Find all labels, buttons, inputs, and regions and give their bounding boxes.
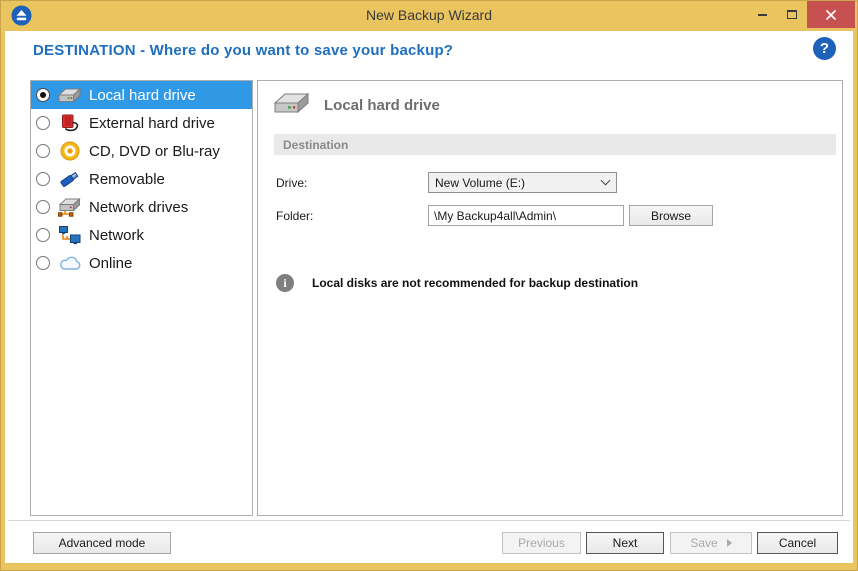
- window-title: New Backup Wizard: [0, 7, 858, 23]
- external-hard-drive-icon: [57, 113, 82, 133]
- radio-online[interactable]: [36, 256, 50, 270]
- previous-button[interactable]: Previous: [502, 532, 581, 554]
- new-backup-wizard-window: New Backup Wizard DESTINATION - Where do…: [0, 0, 858, 571]
- next-label: Next: [613, 536, 638, 550]
- sidebar-item-network[interactable]: Network: [31, 221, 252, 249]
- optical-disc-icon: [57, 141, 82, 161]
- folder-input[interactable]: [428, 205, 624, 226]
- sidebar-item-label: CD, DVD or Blu-ray: [89, 143, 220, 160]
- cancel-button[interactable]: Cancel: [757, 532, 838, 554]
- sidebar-item-external-hard-drive[interactable]: External hard drive: [31, 109, 252, 137]
- next-button[interactable]: Next: [586, 532, 664, 554]
- sidebar-item-local-hard-drive[interactable]: Local hard drive: [31, 81, 252, 109]
- drive-select-value: New Volume (E:): [435, 176, 525, 190]
- browse-button[interactable]: Browse: [629, 205, 713, 226]
- sidebar-item-cd-dvd-bluray[interactable]: CD, DVD or Blu-ray: [31, 137, 252, 165]
- sidebar-item-label: Network drives: [89, 199, 188, 216]
- local-hard-drive-icon: [57, 85, 82, 105]
- radio-external-hard-drive[interactable]: [36, 116, 50, 130]
- destination-section-label: Destination: [283, 138, 348, 152]
- help-button[interactable]: ?: [813, 37, 836, 60]
- cancel-label: Cancel: [779, 536, 816, 550]
- destination-section-bar: Destination: [274, 134, 836, 155]
- save-menu-arrow-icon: [727, 539, 732, 547]
- info-row: i Local disks are not recommended for ba…: [276, 274, 638, 292]
- panel-header: Local hard drive: [273, 90, 440, 121]
- close-icon: [825, 9, 837, 21]
- sidebar-item-removable[interactable]: Removable: [31, 165, 252, 193]
- network-icon: [57, 225, 82, 245]
- usb-stick-icon: [57, 169, 82, 189]
- panel-title: Local hard drive: [324, 97, 440, 114]
- maximize-button[interactable]: [777, 1, 807, 28]
- previous-label: Previous: [518, 536, 565, 550]
- page-title: DESTINATION - Where do you want to save …: [33, 42, 453, 59]
- drive-select[interactable]: New Volume (E:): [428, 172, 617, 193]
- radio-removable[interactable]: [36, 172, 50, 186]
- radio-network-drives[interactable]: [36, 200, 50, 214]
- folder-label: Folder:: [276, 209, 313, 223]
- footer-separator: [8, 520, 850, 521]
- radio-cd-dvd-bluray[interactable]: [36, 144, 50, 158]
- local-hard-drive-icon-large: [273, 90, 311, 121]
- minimize-icon: [758, 14, 767, 16]
- info-message: Local disks are not recommended for back…: [312, 276, 638, 290]
- dialog-content: DESTINATION - Where do you want to save …: [5, 31, 853, 563]
- sidebar-item-label: Network: [89, 227, 144, 244]
- save-button[interactable]: Save: [670, 532, 752, 554]
- sidebar-item-label: Removable: [89, 171, 165, 188]
- radio-local-hard-drive[interactable]: [36, 88, 50, 102]
- cloud-icon: [57, 253, 82, 273]
- browse-button-label: Browse: [651, 209, 691, 223]
- advanced-mode-button[interactable]: Advanced mode: [33, 532, 171, 554]
- save-label: Save: [690, 536, 717, 550]
- chevron-down-icon: [601, 176, 611, 186]
- drive-label: Drive:: [276, 176, 307, 190]
- destination-list: Local hard drive External hard drive: [30, 80, 253, 516]
- network-drive-icon: [57, 197, 82, 217]
- sidebar-item-label: External hard drive: [89, 115, 215, 132]
- sidebar-item-label: Online: [89, 255, 132, 272]
- window-controls: [747, 1, 855, 29]
- help-icon: ?: [820, 40, 829, 57]
- info-icon: i: [276, 274, 294, 292]
- minimize-button[interactable]: [747, 1, 777, 28]
- sidebar-item-online[interactable]: Online: [31, 249, 252, 277]
- sidebar-item-label: Local hard drive: [89, 87, 196, 104]
- radio-network[interactable]: [36, 228, 50, 242]
- advanced-mode-label: Advanced mode: [59, 536, 146, 550]
- close-button[interactable]: [807, 1, 855, 28]
- maximize-icon: [787, 10, 797, 19]
- destination-panel: Local hard drive Destination Drive: New …: [257, 80, 843, 516]
- sidebar-item-network-drives[interactable]: Network drives: [31, 193, 252, 221]
- titlebar: New Backup Wizard: [0, 0, 858, 31]
